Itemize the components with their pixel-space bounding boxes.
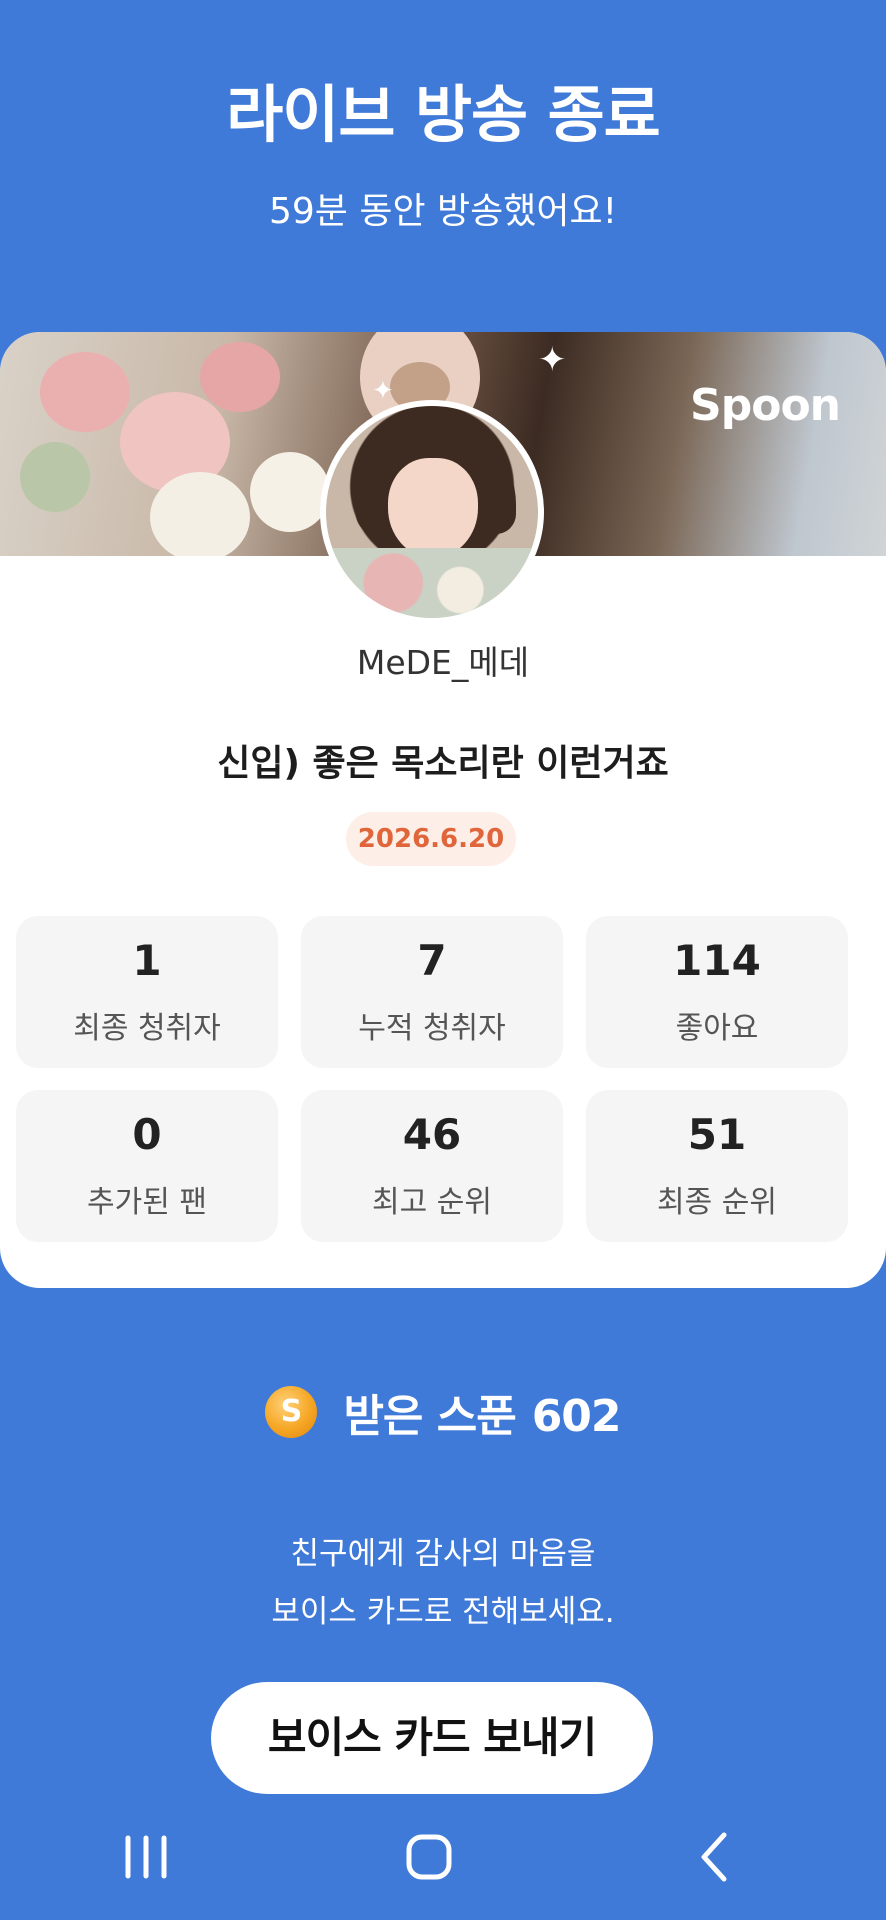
- stat-best-rank: 46 최고 순위: [301, 1090, 563, 1242]
- stat-label: 최종 청취자: [73, 1011, 221, 1046]
- sparkle-icon: ✦: [538, 340, 567, 380]
- stat-label: 최고 순위: [372, 1185, 492, 1220]
- back-icon[interactable]: [654, 1820, 774, 1900]
- stat-new-fans: 0 추가된 팬: [16, 1090, 278, 1242]
- sparkle-icon: ✦: [372, 376, 394, 406]
- stat-final-listeners: 1 최종 청취자: [16, 916, 278, 1068]
- broadcast-title: 신입) 좋은 목소리란 이런거죠: [217, 743, 669, 784]
- recent-apps-icon[interactable]: [86, 1820, 206, 1900]
- stat-likes: 114 좋아요: [586, 916, 848, 1068]
- received-spoons-amount: 602: [531, 1391, 622, 1442]
- stat-final-rank: 51 최종 순위: [586, 1090, 848, 1242]
- voice-card-message-line1: 친구에게 감사의 마음을: [290, 1536, 596, 1572]
- voice-card-message-line2: 보이스 카드로 전해보세요.: [271, 1594, 615, 1630]
- stat-value: 0: [132, 1110, 162, 1159]
- date-badge: 2026.6.20: [346, 812, 516, 866]
- avatar[interactable]: [320, 400, 544, 624]
- stat-total-listeners: 7 누적 청취자: [301, 916, 563, 1068]
- stat-label: 누적 청취자: [358, 1011, 506, 1046]
- send-voice-card-button[interactable]: 보이스 카드 보내기: [211, 1682, 653, 1794]
- stat-value: 51: [687, 1110, 747, 1159]
- stat-label: 추가된 팬: [87, 1185, 207, 1220]
- system-navigation-bar: [0, 1820, 886, 1920]
- stat-value: 7: [417, 936, 447, 985]
- page-title: 라이브 방송 종료: [226, 78, 660, 151]
- received-spoons: S 받은 스푼 602: [0, 1384, 886, 1442]
- home-icon[interactable]: [369, 1820, 489, 1900]
- stat-value: 1: [132, 936, 162, 985]
- received-spoons-label: 받은 스푼: [343, 1391, 516, 1442]
- stat-value: 46: [402, 1110, 462, 1159]
- username: MeDE_메데: [356, 643, 530, 682]
- stat-label: 최종 순위: [657, 1185, 777, 1220]
- spoon-coin-icon: S: [265, 1386, 318, 1438]
- stat-label: 좋아요: [675, 1011, 759, 1046]
- spoon-brand-logo: Spoon: [690, 380, 841, 431]
- stat-value: 114: [673, 936, 761, 985]
- broadcast-duration: 59분 동안 방송했어요!: [268, 191, 618, 232]
